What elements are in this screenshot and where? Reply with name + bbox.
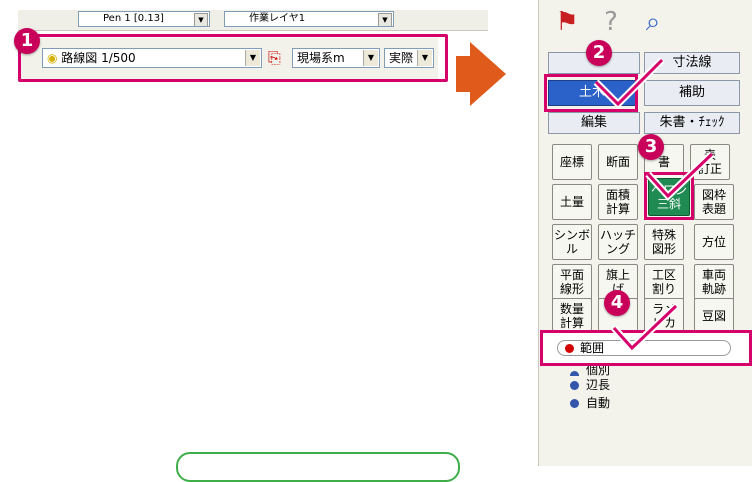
layer-select[interactable]: 作業レイヤ1 ▼	[224, 11, 394, 27]
vehicle-track-button[interactable]: 車両 軌跡	[694, 264, 734, 300]
cross-section-button[interactable]: 断面	[598, 144, 638, 180]
callout-badge-2: 2	[586, 40, 612, 66]
pin-icon[interactable]: ⚑	[551, 6, 583, 38]
option-auto[interactable]: 自動	[570, 394, 610, 412]
option-list: 個別 辺長 自動	[570, 366, 610, 412]
upper-toolbar: Pen 1 [0.13] ▼ 作業レイヤ1 ▼	[18, 10, 488, 31]
option-side-length[interactable]: 辺長	[570, 376, 610, 394]
pen-select[interactable]: Pen 1 [0.13] ▼	[78, 11, 210, 27]
area-calc-button[interactable]: 面積 計算	[598, 184, 638, 220]
plane-alignment-button[interactable]: 平面 線形	[552, 264, 592, 300]
option-label: 辺長	[586, 378, 611, 392]
pen-label: Pen 1 [0.13]	[103, 13, 164, 24]
help-icon[interactable]: ?	[595, 6, 627, 38]
tab-edit[interactable]: 編集	[548, 112, 640, 134]
radio-icon	[570, 381, 579, 390]
symbol-button[interactable]: シンボ ル	[552, 224, 592, 260]
range-label: 範囲	[580, 341, 605, 355]
direction-button[interactable]: 方位	[694, 224, 734, 260]
option-individual[interactable]: 個別	[570, 366, 610, 376]
toolbar-highlight	[18, 34, 448, 82]
special-shape-button[interactable]: 特殊 図形	[644, 224, 684, 260]
option-label: 個別	[586, 366, 611, 376]
hatching-button[interactable]: ハッチ ング	[598, 224, 638, 260]
pen-dropdown-arrow-icon[interactable]: ▼	[194, 13, 208, 26]
layer-label: 作業レイヤ1	[249, 13, 306, 24]
radio-selected-icon	[565, 344, 574, 353]
section-split-button[interactable]: 工区 割り	[644, 264, 684, 300]
bottom-frame	[176, 452, 460, 482]
callout-badge-1: 1	[14, 28, 40, 54]
radio-icon	[570, 399, 579, 408]
earthwork-button[interactable]: 土量	[552, 184, 592, 220]
tab-red-check[interactable]: 朱書・ﾁｪｯｸ	[644, 112, 740, 134]
callout-badge-3: 3	[638, 134, 664, 160]
step-arrow-icon	[470, 42, 506, 106]
callout-badge-4: 4	[604, 290, 630, 316]
bean-diagram-button[interactable]: 豆図	[694, 298, 734, 334]
option-label: 自動	[586, 396, 611, 410]
quantity-calc-button[interactable]: 数量 計算	[552, 298, 592, 334]
layer-dropdown-arrow-icon[interactable]: ▼	[378, 13, 392, 26]
coordinate-button[interactable]: 座標	[552, 144, 592, 180]
zoom-icon[interactable]: ⌕	[637, 6, 669, 38]
palette-icon-row: ⚑ ? ⌕	[551, 6, 751, 38]
